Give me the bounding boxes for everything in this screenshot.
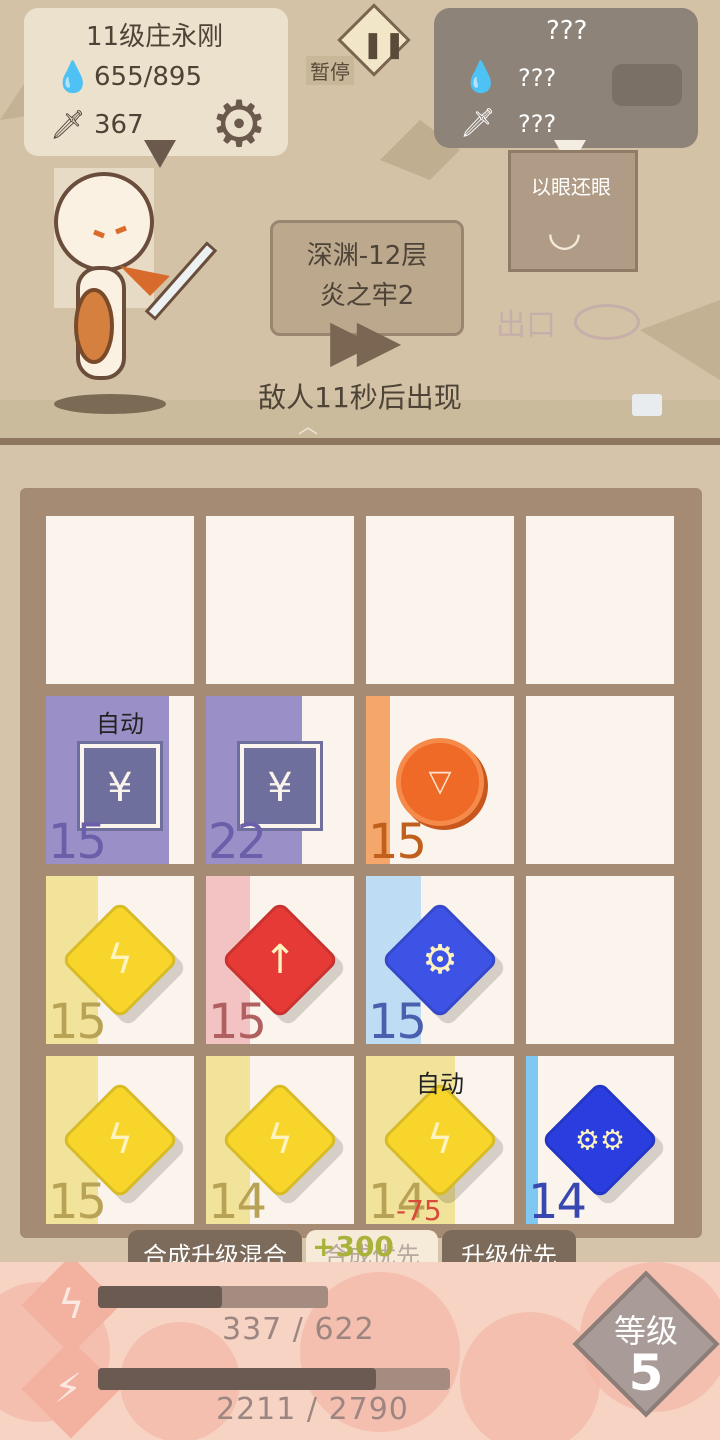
player-name: 11级庄永刚 (86, 22, 224, 52)
coin-icon: ▽ (396, 738, 484, 826)
lightning-icon: ϟ (266, 1117, 294, 1163)
board-cell[interactable]: ¥ 自动 15 (46, 696, 194, 864)
bottom-panel: ϟ 337 / 622 ⚡ 2211 / 2790 等级 5 (0, 1262, 720, 1440)
tile-level: 15 (48, 1174, 107, 1224)
enemy-portrait-slot (612, 64, 682, 106)
skill-card[interactable]: 以眼还眼 ◡ (508, 150, 638, 272)
energy-text: 337 / 622 (222, 1312, 375, 1347)
auto-label: 自动 (96, 710, 144, 738)
lightning-icon: ϟ (58, 1282, 85, 1328)
board-cell-empty[interactable] (526, 696, 674, 864)
stage-name: 深渊-12层 (306, 241, 428, 271)
skill-card-label: 以眼还眼 (531, 175, 611, 199)
zigzag-icon: ⚡ (54, 1366, 83, 1412)
enemy-sword-icon: 🗡 (460, 106, 496, 139)
energy-bar (98, 1286, 328, 1308)
pause-icon: ❚❚ (362, 30, 406, 60)
board-cell[interactable]: ↑ 15 (206, 876, 354, 1044)
expand-chevron-icon[interactable]: ︿ (298, 410, 318, 439)
board-cell[interactable]: ϟ 14 (206, 1056, 354, 1224)
pause-label: 暂停 (306, 56, 354, 85)
fast-forward-icon[interactable]: ▶▶ (330, 306, 401, 374)
tile-level: 15 (368, 994, 427, 1044)
level-badge-value: 5 (628, 1344, 664, 1402)
xp-bar-fill (98, 1368, 377, 1390)
arrow-up-icon: ↑ (263, 937, 297, 983)
tile-level: 15 (368, 814, 427, 864)
status-message: 敌人11秒后出现 (258, 381, 462, 414)
auto-label: 自动 (416, 1070, 464, 1098)
settings-gear-icon[interactable]: ⚙ (206, 92, 272, 158)
eye-icon: ◡ (547, 209, 582, 255)
board-cell[interactable]: ⚙ 15 (366, 876, 514, 1044)
lightning-icon: ϟ (106, 937, 134, 983)
target-pointer-icon (144, 140, 176, 168)
tile-level: 15 (48, 994, 107, 1044)
tile-level: 15 (48, 814, 107, 864)
enemy-hp-icon: 💧 (462, 60, 500, 95)
enemy-attack: ??? (518, 110, 557, 138)
enemy-stats-card: ??? 💧 ??? 🗡 ??? (434, 8, 698, 148)
player-hp: 655/895 (94, 62, 203, 92)
exit-portal-icon (574, 304, 640, 340)
board-cell-empty[interactable] (526, 876, 674, 1044)
tile-level: 14 (528, 1174, 587, 1224)
exit-label[interactable]: 出口 (496, 300, 556, 344)
board-cell[interactable]: ϟ 15 (46, 876, 194, 1044)
energy-bar-fill (98, 1286, 223, 1308)
enemy-name: ??? (546, 16, 588, 46)
board-cell[interactable]: ⚙⚙ 14 (526, 1056, 674, 1224)
enemy-hp: ??? (518, 64, 557, 92)
sword-icon: 🗡 (50, 108, 86, 141)
board-cell-empty[interactable] (46, 516, 194, 684)
board-cell-empty[interactable] (366, 516, 514, 684)
board-cell[interactable]: ¥22 (206, 696, 354, 864)
battle-scene: 11级庄永刚 💧 655/895 🗡 367 ⚙ ❚❚ 暂停 ??? 💧 ???… (0, 0, 720, 445)
board-cell-empty[interactable] (206, 516, 354, 684)
tile-level: 15 (208, 994, 267, 1044)
board-cell[interactable]: ϟ 15 (46, 1056, 194, 1224)
double-gear-icon: ⚙⚙ (574, 1123, 626, 1157)
floating-loss: -75 (396, 1194, 442, 1227)
xp-text: 2211 / 2790 (216, 1392, 409, 1427)
gear-icon: ⚙ (422, 937, 458, 983)
player-attack: 367 (94, 110, 144, 140)
tile-level: 14 (208, 1174, 267, 1224)
xp-bar (98, 1368, 450, 1390)
floating-gain: +300 (312, 1230, 394, 1263)
lightning-icon: ϟ (106, 1117, 134, 1163)
board-cell-empty[interactable] (526, 516, 674, 684)
hp-icon: 💧 (54, 60, 92, 95)
tile-level: 22 (208, 814, 267, 864)
lightning-icon: ϟ (426, 1117, 454, 1163)
board-cell[interactable]: ▽ 15 (366, 696, 514, 864)
rock-icon (632, 394, 662, 416)
